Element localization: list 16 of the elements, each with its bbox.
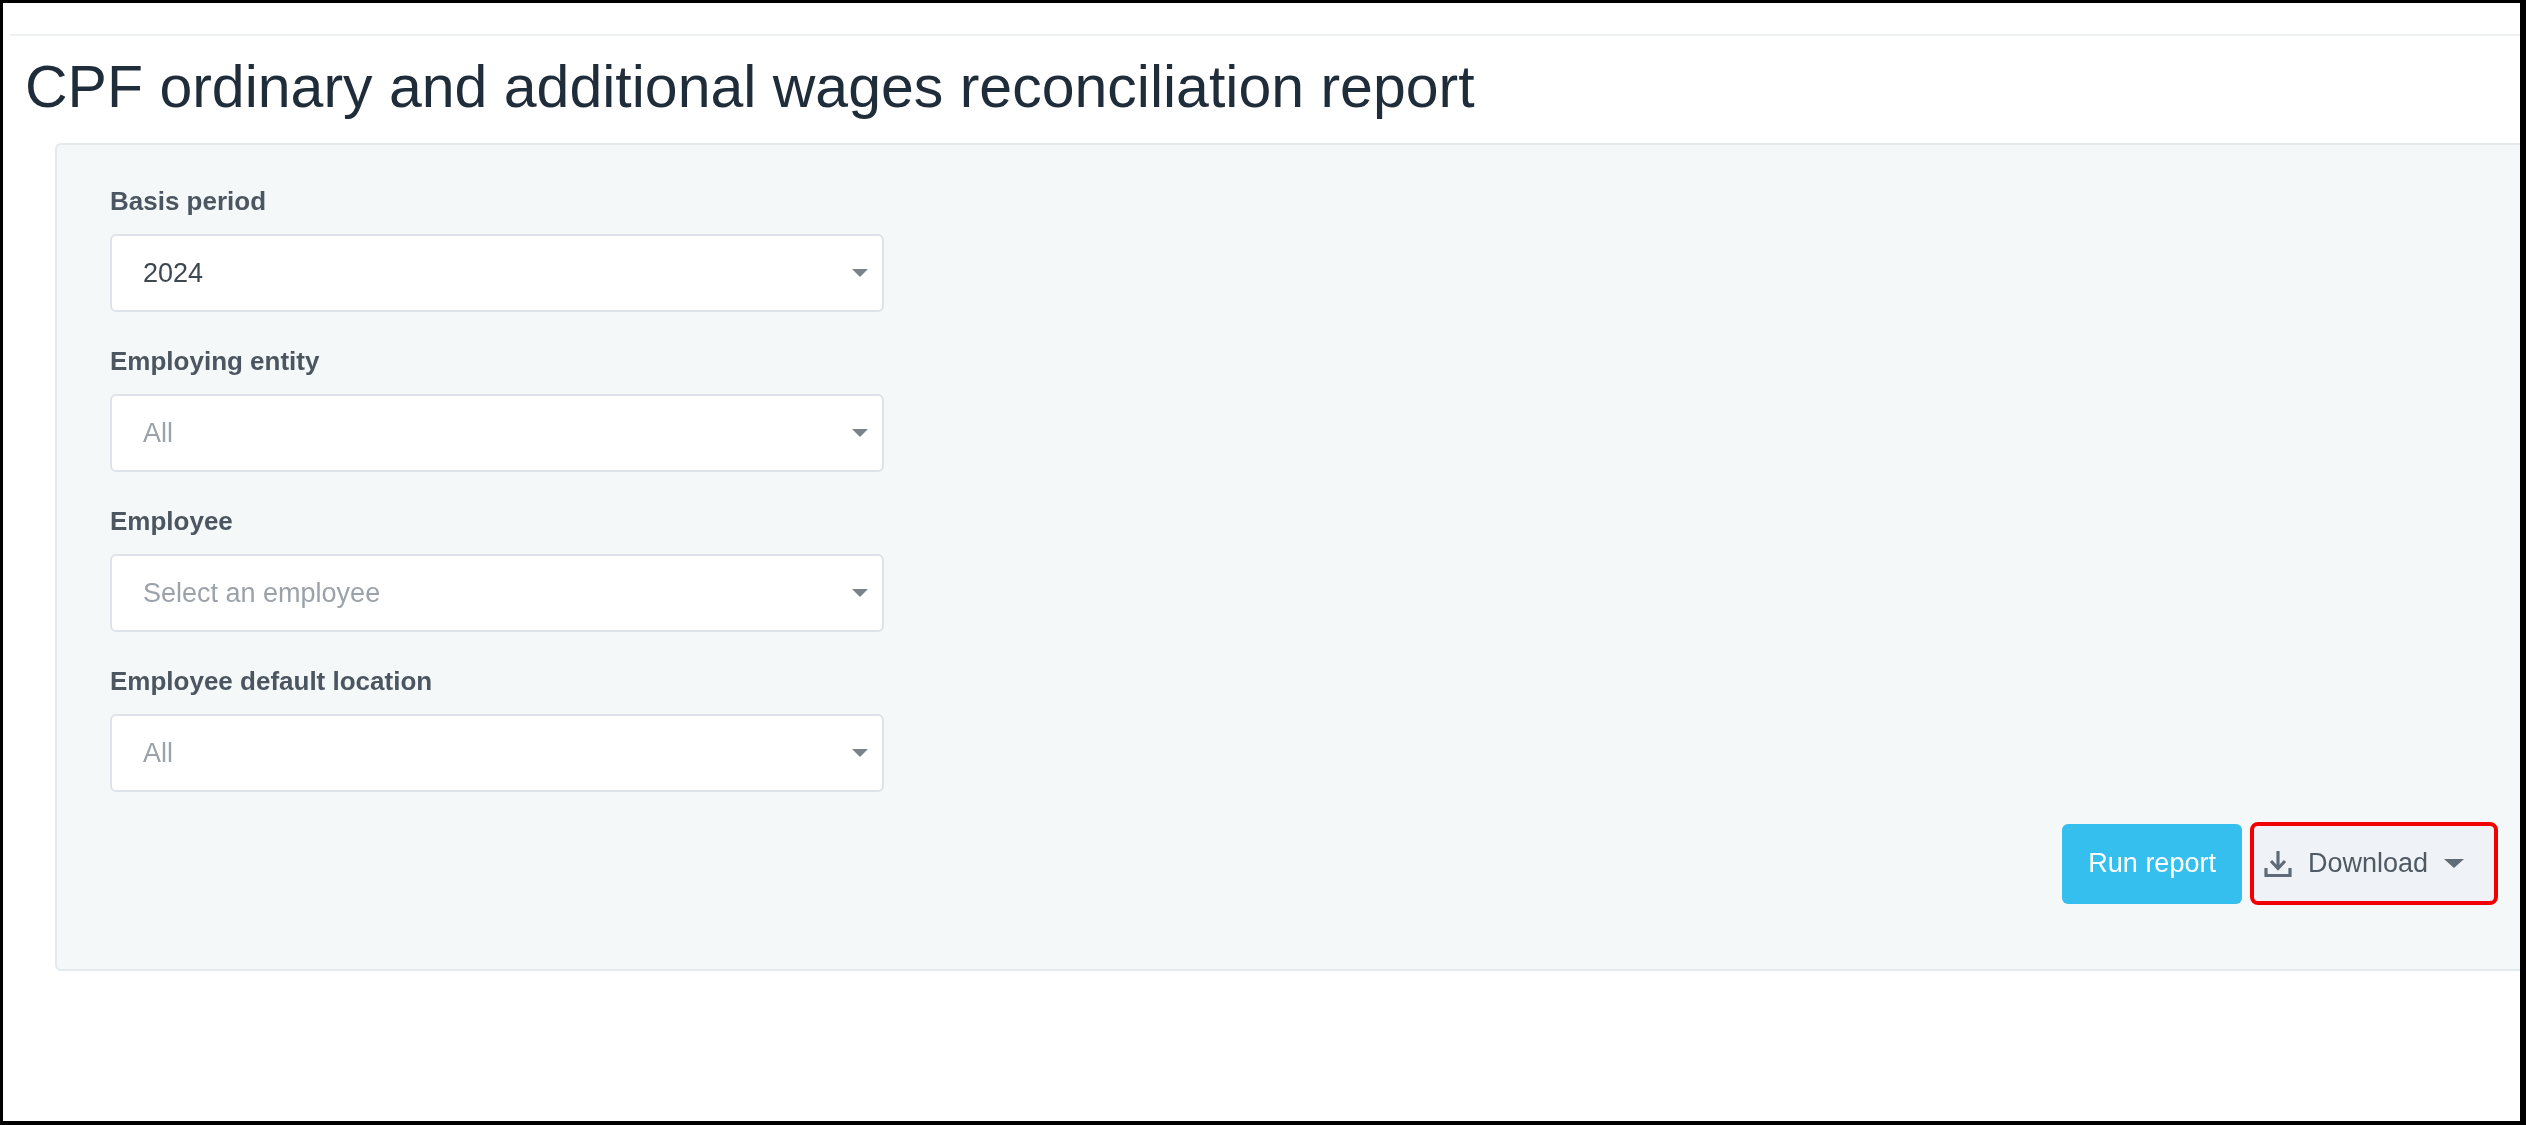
caret-icon — [852, 269, 868, 277]
download-button[interactable]: Download — [2249, 822, 2498, 905]
select-field[interactable]: 2024 — [110, 234, 884, 312]
caret-icon — [2444, 859, 2464, 868]
download-icon — [2263, 849, 2292, 878]
select-field[interactable]: All — [110, 394, 884, 472]
field-label: Employee default location — [110, 665, 433, 697]
select-field[interactable]: Select an employee — [110, 554, 884, 632]
caret-icon — [852, 429, 868, 437]
caret-icon — [852, 749, 868, 757]
field-label: Employing entity — [110, 345, 320, 377]
field-label: Basis period — [110, 185, 267, 217]
page-title: CPF ordinary and additional wages reconciliation report — [25, 53, 1476, 122]
caret-icon — [852, 589, 868, 597]
field-label: Employee — [110, 505, 233, 537]
select-field[interactable]: All — [110, 714, 884, 792]
